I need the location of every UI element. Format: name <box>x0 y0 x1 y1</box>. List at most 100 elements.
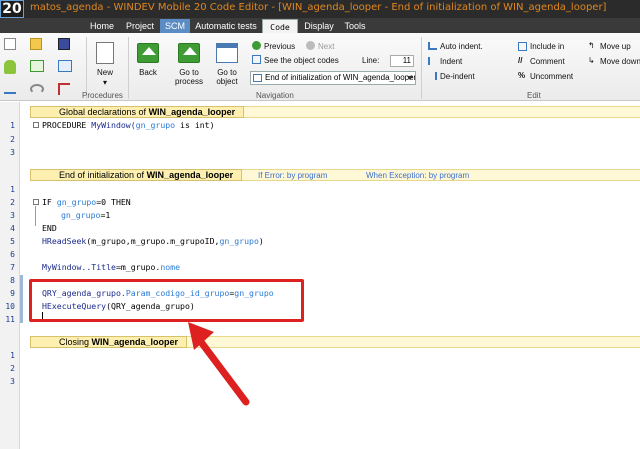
new-document-icon[interactable] <box>4 38 16 50</box>
go-to-process-icon[interactable] <box>178 43 200 63</box>
code-editor[interactable] <box>0 102 640 449</box>
code-line[interactable]: END <box>42 223 57 233</box>
tab-tools[interactable]: Tools <box>342 19 368 33</box>
code-section-select[interactable]: End of initialization of WIN_agenda_loop… <box>250 71 416 85</box>
uncomment-icon[interactable]: % <box>518 71 525 80</box>
navigation-group-label: Navigation <box>256 91 294 100</box>
edit-group-label: Edit <box>527 91 541 100</box>
window-icon <box>253 74 262 82</box>
fold-marker[interactable] <box>33 122 39 128</box>
line-number-input[interactable]: 11 <box>390 55 414 67</box>
tab-project[interactable]: Project <box>122 19 158 33</box>
line-number: 10 <box>5 302 15 311</box>
move-up-icon[interactable]: ↰ <box>588 41 595 50</box>
deindent-icon[interactable] <box>428 72 437 80</box>
window-title: matos_agenda - WINDEV Mobile 20 Code Edi… <box>30 2 607 13</box>
if-error-link[interactable]: If Error: by program <box>258 171 327 180</box>
next-icon[interactable] <box>306 41 315 50</box>
object-codes-icon[interactable] <box>252 55 261 64</box>
line-number: 8 <box>10 276 15 285</box>
line-number: 3 <box>10 211 15 220</box>
ribbon-separator <box>421 37 422 99</box>
go-to-object-icon[interactable] <box>216 43 238 63</box>
move-down-icon[interactable]: ↳ <box>588 56 595 65</box>
section-header-closing[interactable]: Closing WIN_agenda_looper <box>30 336 640 348</box>
code-line[interactable]: PROCEDURE MyWindow(gn_grupo is int) <box>42 120 215 130</box>
line-number: 3 <box>10 148 15 157</box>
code-line[interactable]: HReadSeek(m_grupo,m_grupo.m_grupoID,gn_g… <box>42 236 264 246</box>
windev-logo: 20 <box>0 0 24 18</box>
indent-icon[interactable] <box>428 57 437 65</box>
auto-indent-icon[interactable] <box>428 42 437 50</box>
new-procedure-icon[interactable] <box>96 42 114 64</box>
section-header-global[interactable]: Global declarations of WIN_agenda_looper <box>30 106 640 118</box>
line-number: 2 <box>10 198 15 207</box>
ribbon-separator <box>86 37 87 99</box>
ribbon-tab-bar: Home Project SCM Automatic tests Code Di… <box>0 18 640 33</box>
code-line[interactable]: gn_grupo=1 <box>61 210 110 220</box>
auto-indent-button[interactable]: Auto indent. <box>440 42 483 51</box>
open-folder-icon[interactable] <box>30 38 42 50</box>
line-number: 4 <box>10 224 15 233</box>
line-number: 2 <box>10 135 15 144</box>
line-number: 5 <box>10 237 15 246</box>
see-object-codes-button[interactable]: See the object codes <box>264 56 339 65</box>
comment-icon[interactable]: // <box>518 56 522 65</box>
code-line[interactable]: MyWindow..Title=m_grupo.nome <box>42 262 180 272</box>
line-number: 1 <box>10 351 15 360</box>
highlight-box <box>29 279 304 322</box>
line-number: 11 <box>5 315 15 324</box>
code-section-value: End of initialization of WIN_agenda_loop… <box>265 73 416 82</box>
line-number: 9 <box>10 289 15 298</box>
include-in-button[interactable]: Include in <box>530 42 564 51</box>
fold-marker[interactable] <box>33 199 39 205</box>
previous-button[interactable]: Previous <box>264 42 295 51</box>
comment-button[interactable]: Comment <box>530 57 565 66</box>
undo-icon[interactable] <box>30 84 44 94</box>
go-to-process-button[interactable]: Go to process <box>168 68 210 86</box>
change-marker <box>20 275 23 323</box>
chevron-down-icon[interactable]: ▾ <box>90 78 120 87</box>
annotation-arrow-icon <box>188 322 250 406</box>
go-to-object-button[interactable]: Go to object <box>210 68 244 86</box>
line-number: 3 <box>10 377 15 386</box>
title-bar: 20 matos_agenda - WINDEV Mobile 20 Code … <box>0 0 640 18</box>
code-line[interactable]: IF gn_grupo=0 THEN <box>42 197 131 207</box>
line-number: 1 <box>10 121 15 130</box>
procedures-group-label: Procedures <box>82 91 123 100</box>
section-title: Closing WIN_agenda_looper <box>30 336 188 348</box>
line-number: 7 <box>10 263 15 272</box>
back-arrow-icon[interactable] <box>137 43 159 63</box>
tab-code[interactable]: Code <box>262 19 298 33</box>
ribbon-separator <box>128 37 129 99</box>
next-button[interactable]: Next <box>318 42 334 51</box>
move-up-button[interactable]: Move up <box>600 42 631 51</box>
when-exception-link[interactable]: When Exception: by program <box>366 171 469 180</box>
tab-display[interactable]: Display <box>302 19 336 33</box>
tab-scm[interactable]: SCM <box>160 19 190 33</box>
include-in-icon[interactable] <box>518 42 527 51</box>
android-icon[interactable] <box>4 60 16 74</box>
save-icon[interactable] <box>58 38 70 50</box>
project-window-icon[interactable] <box>58 60 72 72</box>
chevron-down-icon[interactable] <box>407 76 413 80</box>
section-title: End of initialization of WIN_agenda_loop… <box>30 169 243 181</box>
tab-home[interactable]: Home <box>86 19 118 33</box>
tree-icon[interactable] <box>58 83 70 95</box>
line-number: 6 <box>10 250 15 259</box>
tab-automatic-tests[interactable]: Automatic tests <box>194 19 258 33</box>
line-label: Line: <box>362 56 380 65</box>
new-button[interactable]: New <box>90 68 120 77</box>
indent-button[interactable]: Indent <box>440 57 462 66</box>
uncomment-button[interactable]: Uncomment <box>530 72 573 81</box>
section-title: Global declarations of WIN_agenda_looper <box>30 106 245 118</box>
line-number: 2 <box>10 364 15 373</box>
previous-icon[interactable] <box>252 41 261 50</box>
arrow-icon[interactable] <box>4 84 16 94</box>
fold-line <box>35 206 36 226</box>
move-down-button[interactable]: Move down <box>600 57 640 66</box>
code-window-icon[interactable] <box>30 60 44 72</box>
section-header-end-init[interactable]: End of initialization of WIN_agenda_loop… <box>30 169 640 181</box>
back-button[interactable]: Back <box>132 68 164 77</box>
deindent-button[interactable]: De-indent <box>440 72 475 81</box>
